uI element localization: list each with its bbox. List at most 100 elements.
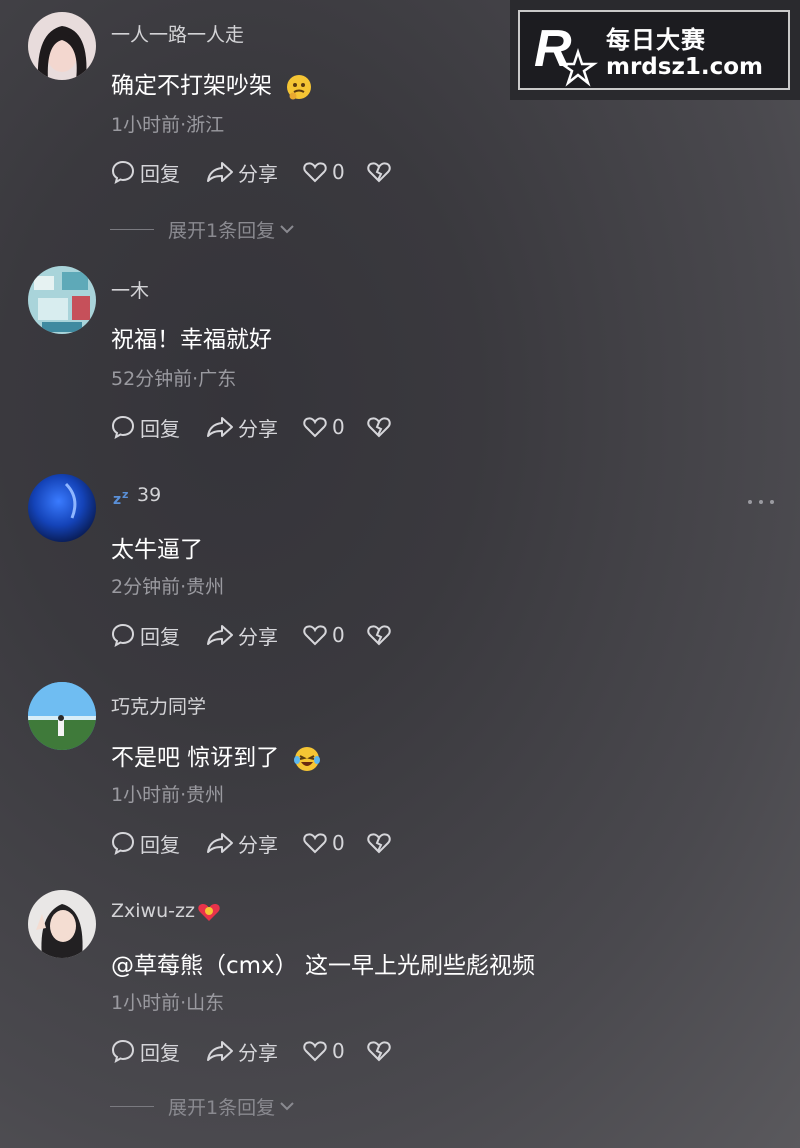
- dislike-button[interactable]: [366, 1037, 392, 1065]
- sleep-zz-icon: zz: [113, 488, 128, 506]
- comment-username[interactable]: z z 39: [111, 484, 161, 506]
- share-icon: [207, 1041, 233, 1061]
- dislike-button[interactable]: [366, 413, 392, 441]
- share-icon: [207, 625, 233, 645]
- reply-label: 回复: [140, 1040, 180, 1065]
- heart-icon: [303, 833, 327, 854]
- reply-label: 回复: [140, 161, 180, 186]
- share-button[interactable]: 分享: [206, 158, 278, 186]
- reply-icon: [111, 831, 135, 855]
- share-icon: [207, 417, 233, 437]
- broken-heart-icon: [367, 833, 391, 854]
- comment-text-content: 不是吧 惊讶到了: [111, 745, 280, 771]
- reply-button[interactable]: 回复: [110, 158, 180, 186]
- broken-heart-icon: [367, 625, 391, 646]
- heart-badge-icon: [198, 903, 220, 921]
- svg-text:z: z: [113, 492, 121, 506]
- like-button[interactable]: 0: [302, 621, 345, 649]
- comment-username[interactable]: 巧克力同学: [111, 692, 206, 719]
- divider-line: [110, 228, 154, 230]
- reply-button[interactable]: 回复: [110, 829, 180, 857]
- watermark-title: 每日大赛: [606, 26, 706, 54]
- username-text: 39: [137, 484, 162, 506]
- comment-meta: 2分钟前·贵州: [111, 576, 225, 598]
- reply-icon: [111, 623, 135, 647]
- comment-actions: 回复 分享 0: [110, 621, 410, 649]
- reply-label: 回复: [140, 416, 180, 441]
- divider-line: [110, 1105, 154, 1107]
- more-dot-icon: [748, 500, 752, 504]
- dislike-button[interactable]: [366, 829, 392, 857]
- share-icon: [207, 833, 233, 853]
- share-label: 分享: [238, 832, 278, 857]
- comment-actions: 回复 分享 0: [110, 158, 410, 186]
- share-button[interactable]: 分享: [206, 829, 278, 857]
- expand-replies-label: 展开1条回复: [168, 219, 276, 242]
- reply-button[interactable]: 回复: [110, 1037, 180, 1065]
- reply-button[interactable]: 回复: [110, 621, 180, 649]
- avatar[interactable]: [28, 890, 96, 958]
- heart-icon: [303, 162, 327, 183]
- svg-text:R: R: [534, 20, 572, 78]
- expand-replies-button[interactable]: 展开1条回复: [110, 1093, 295, 1119]
- share-label: 分享: [238, 416, 278, 441]
- like-button[interactable]: 0: [302, 1037, 345, 1065]
- more-dot-icon: [759, 500, 763, 504]
- dislike-button[interactable]: [366, 621, 392, 649]
- comment-text: 不是吧 惊讶到了: [111, 738, 321, 773]
- share-button[interactable]: 分享: [206, 621, 278, 649]
- share-label: 分享: [238, 1040, 278, 1065]
- like-button[interactable]: 0: [302, 158, 345, 186]
- reply-label: 回复: [140, 624, 180, 649]
- share-label: 分享: [238, 161, 278, 186]
- heart-icon: [303, 625, 327, 646]
- comment-text: 确定不打架吵架: [111, 66, 313, 101]
- comment-actions: 回复 分享 0: [110, 1037, 410, 1065]
- dislike-button[interactable]: [366, 158, 392, 186]
- more-options-button[interactable]: [748, 497, 774, 507]
- comment-text: 太牛逼了: [111, 537, 203, 563]
- watermark-url: mrdsz1.com: [606, 54, 763, 80]
- broken-heart-icon: [367, 1041, 391, 1062]
- comment-actions: 回复 分享 0: [110, 829, 410, 857]
- comment-meta: 52分钟前·广东: [111, 368, 237, 390]
- comment-username[interactable]: 一人一路一人走: [111, 20, 244, 47]
- chevron-down-icon: [280, 1102, 294, 1111]
- share-button[interactable]: 分享: [206, 1037, 278, 1065]
- like-count: 0: [332, 831, 345, 855]
- avatar[interactable]: [28, 474, 96, 542]
- comment-text: @草莓熊（cmx） 这一早上光刷些彪视频: [111, 953, 535, 979]
- like-count: 0: [332, 623, 345, 647]
- like-button[interactable]: 0: [302, 413, 345, 441]
- comment-list: R 每日大赛 mrdsz1.com 一人一路一人走 确定不打架吵架 1小时前·浙…: [0, 0, 800, 1148]
- like-count: 0: [332, 1039, 345, 1063]
- watermark: R 每日大赛 mrdsz1.com: [510, 0, 800, 100]
- expand-replies-button[interactable]: 展开1条回复: [110, 216, 295, 242]
- comment-username[interactable]: 一木: [111, 276, 149, 303]
- like-count: 0: [332, 160, 345, 184]
- broken-heart-icon: [367, 417, 391, 438]
- share-button[interactable]: 分享: [206, 413, 278, 441]
- comment-text-content: 确定不打架吵架: [111, 73, 272, 99]
- like-count: 0: [332, 415, 345, 439]
- avatar[interactable]: [28, 266, 96, 334]
- thinking-emoji-icon: [287, 74, 312, 99]
- more-dot-icon: [770, 500, 774, 504]
- username-text: Zxiwu-zz: [111, 900, 195, 922]
- heart-icon: [303, 1041, 327, 1062]
- comment-username[interactable]: Zxiwu-zz: [111, 900, 221, 923]
- expand-replies-label: 展开1条回复: [168, 1096, 276, 1119]
- watermark-box: R 每日大赛 mrdsz1.com: [518, 10, 790, 90]
- share-icon: [207, 162, 233, 182]
- laughing-tears-emoji-icon: [293, 746, 320, 771]
- reply-button[interactable]: 回复: [110, 413, 180, 441]
- avatar[interactable]: [28, 12, 96, 80]
- broken-heart-icon: [367, 162, 391, 183]
- comment-meta: 1小时前·浙江: [111, 114, 225, 136]
- heart-icon: [303, 417, 327, 438]
- watermark-logo: R: [534, 20, 598, 87]
- avatar[interactable]: [28, 682, 96, 750]
- like-button[interactable]: 0: [302, 829, 345, 857]
- reply-icon: [111, 160, 135, 184]
- reply-icon: [111, 415, 135, 439]
